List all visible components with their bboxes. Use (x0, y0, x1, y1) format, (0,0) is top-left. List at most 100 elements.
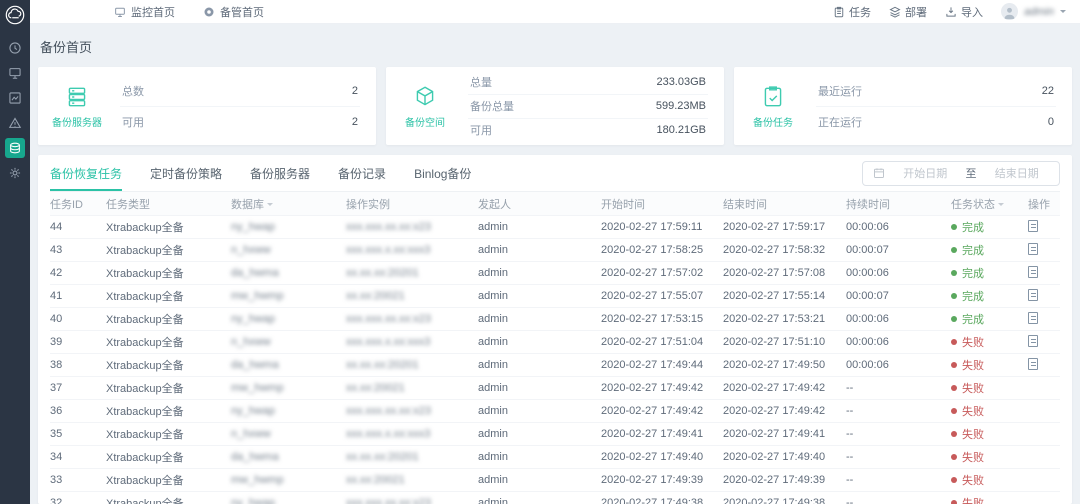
cell-database-redacted: mw_hwmp (231, 382, 346, 394)
header-action-label: 任务 (849, 4, 871, 20)
cell-end-time: 2020-02-27 17:55:14 (723, 290, 846, 302)
status-badge: 失败 (951, 403, 1028, 419)
cell-start-time: 2020-02-27 17:49:38 (601, 497, 723, 504)
cell-initiator: admin (478, 428, 601, 440)
table-row: 40Xtrabackup全备ny_hwapxxx.xxx.xx.xx:x23ad… (50, 308, 1060, 331)
cell-task-type: Xtrabackup全备 (106, 449, 231, 465)
status-text: 失败 (962, 334, 984, 350)
cell-database-redacted: da_hwma (231, 451, 346, 463)
status-text: 失败 (962, 472, 984, 488)
header-import-button[interactable]: 导入 (945, 4, 983, 20)
table-body: 44Xtrabackup全备ny_hwapxxx.xxx.xx.xx:x23ad… (50, 216, 1060, 504)
cell-end-time: 2020-02-27 17:49:50 (723, 359, 846, 371)
column-header: 数据库 (231, 196, 346, 212)
cell-start-time: 2020-02-27 17:58:25 (601, 244, 723, 256)
start-date-input[interactable]: 开始日期 (893, 165, 958, 181)
cell-task-type: Xtrabackup全备 (106, 472, 231, 488)
cell-task-type: Xtrabackup全备 (106, 288, 231, 304)
view-log-icon[interactable] (1028, 243, 1038, 255)
tab-备份恢复任务[interactable]: 备份恢复任务 (50, 155, 122, 191)
view-log-icon[interactable] (1028, 266, 1038, 278)
cell-instance-redacted: xxx.xxx.xx.xx:x23 (346, 497, 478, 504)
stat-label: 正在运行 (818, 114, 862, 130)
cell-end-time: 2020-02-27 17:49:42 (723, 405, 846, 417)
cell-duration: 00:00:07 (846, 290, 951, 302)
sidebar (0, 0, 30, 504)
cell-end-time: 2020-02-27 17:49:38 (723, 497, 846, 504)
date-separator: 至 (966, 165, 977, 181)
stat-value: 180.21GB (656, 124, 706, 136)
header-deploy-button[interactable]: 部署 (889, 4, 927, 20)
sidebar-item-monitor[interactable] (5, 63, 25, 83)
sidebar-item-settings[interactable] (5, 163, 25, 183)
cell-duration: 00:00:07 (846, 244, 951, 256)
top-actions: 任务 部署 导入 (833, 3, 1066, 20)
cell-end-time: 2020-02-27 17:53:21 (723, 313, 846, 325)
header-action-label: 部署 (905, 4, 927, 20)
status-text: 失败 (962, 380, 984, 396)
view-log-icon[interactable] (1028, 335, 1038, 347)
cell-initiator: admin (478, 336, 601, 348)
clock-icon (8, 41, 22, 55)
user-menu[interactable]: admin (1001, 3, 1066, 20)
page-title: 备份首页 (38, 24, 1072, 67)
status-dot-icon (951, 362, 957, 368)
tab-备份服务器[interactable]: 备份服务器 (250, 155, 310, 191)
cell-duration: -- (846, 382, 951, 394)
cell-task-id: 35 (50, 428, 106, 440)
cell-instance-redacted: xxx.xxx.x.xx:xxx3 (346, 336, 478, 348)
cell-task-id: 38 (50, 359, 106, 371)
sidebar-item-charts[interactable] (5, 88, 25, 108)
alert-icon (8, 116, 22, 130)
cell-duration: -- (846, 428, 951, 440)
user-name: admin (1024, 6, 1054, 18)
cell-end-time: 2020-02-27 17:58:32 (723, 244, 846, 256)
tab-定时备份策略[interactable]: 定时备份策略 (150, 155, 222, 191)
nav-item-monitor-home[interactable]: 监控首页 (114, 4, 175, 20)
status-dot-icon (951, 431, 957, 437)
sidebar-item-alerts[interactable] (5, 113, 25, 133)
view-log-icon[interactable] (1028, 220, 1038, 232)
tab-备份记录[interactable]: 备份记录 (338, 155, 386, 191)
view-log-icon[interactable] (1028, 289, 1038, 301)
cell-action (1028, 266, 1060, 281)
column-header-label: 任务类型 (106, 196, 150, 212)
stat-row: 备份总量599.23MB (468, 95, 708, 119)
column-header-label: 数据库 (231, 196, 264, 212)
cell-task-id: 36 (50, 405, 106, 417)
sidebar-item-overview[interactable] (5, 38, 25, 58)
cell-start-time: 2020-02-27 17:51:04 (601, 336, 723, 348)
nav-item-backup-admin-home[interactable]: 备管首页 (203, 4, 264, 20)
cell-database-redacted: ny_hwap (231, 313, 346, 325)
cell-end-time: 2020-02-27 17:49:42 (723, 382, 846, 394)
cell-initiator: admin (478, 405, 601, 417)
cell-task-id: 40 (50, 313, 106, 325)
status-dot-icon (951, 500, 957, 504)
cell-task-type: Xtrabackup全备 (106, 311, 231, 327)
date-range-picker[interactable]: 开始日期 至 结束日期 (862, 161, 1060, 186)
view-log-icon[interactable] (1028, 358, 1038, 370)
cell-initiator: admin (478, 382, 601, 394)
tabs-row: 备份恢复任务定时备份策略备份服务器备份记录 Binlog备份 开始日期 至 结束日… (50, 155, 1060, 192)
cell-start-time: 2020-02-27 17:49:40 (601, 451, 723, 463)
column-header: 操作 (1028, 196, 1060, 212)
view-log-icon[interactable] (1028, 312, 1038, 324)
filter-icon[interactable] (267, 203, 273, 209)
card-icon-zone: 备份空间 (392, 74, 458, 138)
tab-Binlog备份[interactable]: Binlog备份 (414, 155, 471, 191)
card-stats: 最近运行22正在运行0 (816, 74, 1056, 138)
header-tasks-button[interactable]: 任务 (833, 4, 871, 20)
end-date-input[interactable]: 结束日期 (985, 165, 1050, 181)
card-stats: 总量233.03GB备份总量599.23MB可用180.21GB (468, 74, 708, 138)
cell-database-redacted: mw_hwmp (231, 474, 346, 486)
cell-duration: -- (846, 451, 951, 463)
status-text: 完成 (962, 288, 984, 304)
table-row: 36Xtrabackup全备ny_hwapxxx.xxx.xx.xx:x23ad… (50, 400, 1060, 423)
sidebar-item-backup[interactable] (5, 138, 25, 158)
top-header-bar: 监控首页 备管首页 任务 (30, 0, 1080, 24)
chevron-down-icon (1060, 10, 1066, 16)
cell-database-redacted: da_hwma (231, 359, 346, 371)
cell-start-time: 2020-02-27 17:55:07 (601, 290, 723, 302)
filter-icon[interactable] (998, 203, 1004, 209)
status-dot-icon (951, 224, 957, 230)
